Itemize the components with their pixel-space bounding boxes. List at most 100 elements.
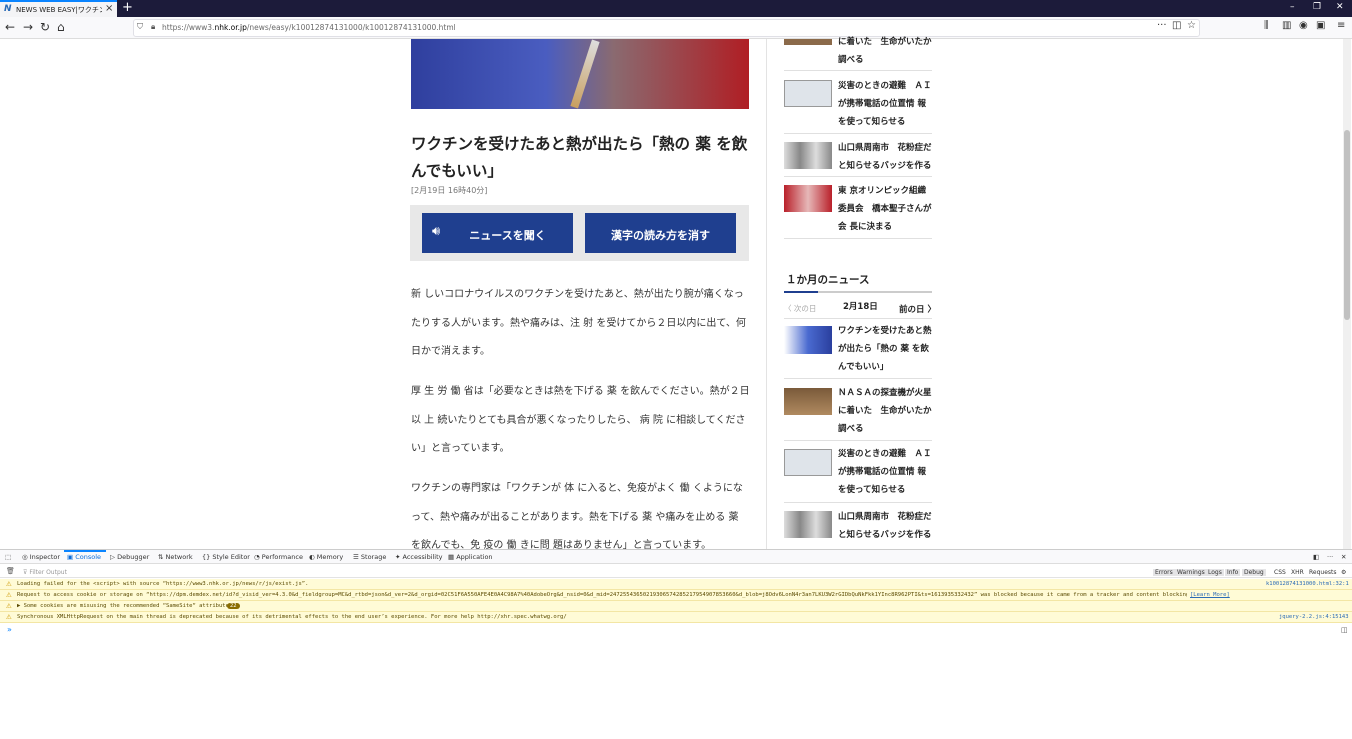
sidebar-divider bbox=[784, 440, 932, 441]
console-message: ▶ Some cookies are misusing the recommen… bbox=[17, 603, 229, 609]
hide-furigana-button[interactable]: 漢字の読み方を消す bbox=[585, 213, 736, 253]
news-thumbnail[interactable] bbox=[784, 449, 832, 476]
news-thumbnail[interactable] bbox=[784, 511, 832, 538]
tab-style-editor[interactable]: {} Style Editor bbox=[202, 553, 250, 561]
tab-inspector[interactable]: ◎ Inspector bbox=[22, 553, 60, 561]
message-count-badge: 22 bbox=[227, 603, 240, 609]
month-news-item[interactable]: 災害のときの避難 ＡＩが携帯電話の位置情 報を使って知らせる bbox=[838, 445, 932, 499]
news-thumbnail[interactable] bbox=[784, 80, 832, 107]
minimize-button[interactable]: – bbox=[1290, 2, 1295, 12]
forward-arrow-icon[interactable]: → bbox=[23, 20, 33, 34]
tab-label: Accessibility bbox=[402, 553, 443, 561]
tab-title: NEWS WEB EASY|ワクチンを受 bbox=[16, 6, 102, 14]
filter-placeholder: Filter Output bbox=[29, 569, 67, 576]
tab-label: Application bbox=[456, 553, 493, 561]
tab-application[interactable]: ▦ Application bbox=[448, 553, 493, 561]
console-source-link[interactable]: jquery-2.2.js:4:15143 bbox=[1279, 614, 1349, 620]
tab-label: Debugger bbox=[117, 553, 150, 561]
reload-icon[interactable]: ↻ bbox=[40, 20, 50, 34]
sidebar-divider bbox=[784, 502, 932, 503]
url-text[interactable]: https://www3.nhk.or.jp/news/easy/k100128… bbox=[162, 23, 456, 32]
dock-icon[interactable]: ◧ bbox=[1313, 553, 1319, 561]
page-scrollbar-thumb[interactable] bbox=[1344, 130, 1350, 320]
devtools-menu-icon[interactable]: ··· bbox=[1327, 553, 1333, 561]
back-arrow-icon[interactable]: ← bbox=[5, 20, 15, 34]
tracking-shield-icon[interactable]: ⛉ bbox=[137, 22, 143, 32]
tab-accessibility[interactable]: ✦ Accessibility bbox=[395, 553, 443, 561]
tab-label: Performance bbox=[261, 553, 303, 561]
speaker-icon: 🔊︎ bbox=[432, 224, 441, 239]
new-tab-button[interactable]: + bbox=[122, 0, 133, 15]
article-headline: ワクチンを受けたあと熱が出たら「熱の 薬 を飲んでもいい」 bbox=[411, 135, 748, 180]
menu-icon[interactable]: ≡ bbox=[1337, 20, 1345, 31]
month-title-accent bbox=[784, 291, 818, 293]
warning-icon: ⚠ bbox=[6, 580, 12, 588]
tab-memory[interactable]: ◐ Memory bbox=[309, 553, 343, 561]
lock-icon[interactable]: 🔒︎ bbox=[151, 22, 155, 32]
console-settings-icon[interactable]: ⚙ bbox=[1341, 569, 1346, 576]
filter-debug[interactable]: Debug bbox=[1242, 569, 1266, 576]
news-thumbnail[interactable] bbox=[784, 142, 832, 169]
filter-errors[interactable]: Errors bbox=[1153, 569, 1175, 576]
article-date: [2月19日 16時40分] bbox=[411, 186, 488, 195]
article-paragraph-3: ワクチンの専門家は「ワクチンが 体 に入ると、免疫がよく 働 くようになって、熱… bbox=[411, 483, 743, 549]
browser-tab[interactable]: N NEWS WEB EASY|ワクチンを受 × bbox=[0, 0, 117, 17]
month-news-title: １か月のニュース bbox=[786, 274, 870, 286]
tab-storage[interactable]: ☰ Storage bbox=[353, 553, 386, 561]
restore-button[interactable]: ❐ bbox=[1313, 2, 1321, 12]
news-thumbnail[interactable] bbox=[784, 326, 832, 354]
month-news-item[interactable]: 山口県周南市 花粉症だと知らせるバッジを作る bbox=[838, 508, 932, 544]
tab-label: Memory bbox=[316, 553, 344, 561]
console-filter-bar bbox=[0, 566, 1352, 578]
filter-requests[interactable]: Requests bbox=[1309, 569, 1337, 576]
page-actions-icon[interactable]: ··· bbox=[1157, 20, 1167, 31]
devtools-close-icon[interactable]: ✕ bbox=[1341, 553, 1346, 561]
pick-element-icon[interactable]: ⬚ bbox=[5, 553, 11, 561]
home-icon[interactable]: ⌂ bbox=[57, 20, 65, 34]
sidebar-divider bbox=[784, 176, 932, 177]
tab-console[interactable]: ▣ Console bbox=[67, 553, 101, 561]
bookmark-star-icon[interactable]: ☆ bbox=[1187, 20, 1196, 31]
url-path: /news/easy/k10012874131000/k100128741310… bbox=[246, 23, 456, 32]
article-paragraph-2: 厚 生 労 働 省は「必要なときは熱を下げる 薬 を飲んでください。熱が２日以 … bbox=[411, 386, 750, 454]
filter-css[interactable]: CSS bbox=[1274, 569, 1286, 576]
console-source-link[interactable]: k10012874131000.html:32:1 bbox=[1266, 581, 1349, 587]
sidebar-news-item[interactable]: 東 京オリンピック組織委員会 橋本聖子さんが会 長に決まる bbox=[838, 182, 932, 236]
news-thumbnail[interactable] bbox=[784, 185, 832, 212]
warning-icon: ⚠ bbox=[6, 602, 12, 610]
sidebar-news-item[interactable]: に着いた 生命がいたか調べる bbox=[838, 33, 932, 69]
warning-icon: ⚠ bbox=[6, 613, 12, 621]
notification-icon[interactable]: ▣ bbox=[1316, 20, 1325, 31]
news-thumbnail[interactable] bbox=[784, 39, 832, 45]
library-icon[interactable]: ⫼ bbox=[1264, 20, 1269, 31]
filter-logs[interactable]: Logs bbox=[1206, 569, 1224, 576]
sidebar-news-item[interactable]: 災害のときの避難 ＡＩが携帯電話の位置情 報を使って知らせる bbox=[838, 77, 932, 131]
sidebar-news-item[interactable]: 山口県周南市 花粉症だと知らせるバッジを作る bbox=[838, 139, 932, 175]
url-domain: nhk.or.jp bbox=[214, 23, 247, 32]
tab-network[interactable]: ⇅ Network bbox=[158, 553, 193, 561]
window-close-button[interactable]: ✕ bbox=[1336, 2, 1344, 12]
news-thumbnail[interactable] bbox=[784, 388, 832, 415]
tab-performance[interactable]: ◔ Performance bbox=[254, 553, 303, 561]
tab-label: Style Editor bbox=[212, 553, 250, 561]
learn-more-link[interactable]: [Learn More] bbox=[1190, 592, 1230, 598]
extension-icon[interactable]: ◉ bbox=[1299, 20, 1308, 31]
pocket-icon[interactable]: ◫ bbox=[1172, 20, 1181, 31]
listen-news-button[interactable]: ニュースを聞く bbox=[422, 213, 573, 253]
console-filter-input[interactable]: ⊽ Filter Output bbox=[23, 569, 67, 576]
tab-close-icon[interactable]: × bbox=[105, 3, 113, 14]
sidebar-icon[interactable]: ▥ bbox=[1282, 20, 1291, 31]
month-news-item[interactable]: ＮＡＳＡの探査機が火星に着いた 生命がいたか調べる bbox=[838, 384, 932, 438]
trash-icon[interactable]: 🗑︎ bbox=[6, 567, 15, 575]
filter-warnings[interactable]: Warnings bbox=[1175, 569, 1207, 576]
split-console-icon[interactable]: ◫ bbox=[1341, 626, 1348, 634]
prev-day-link[interactable]: 前の日 〉 bbox=[899, 303, 936, 315]
tab-debugger[interactable]: ▷ Debugger bbox=[110, 553, 149, 561]
console-prompt[interactable]: » bbox=[7, 625, 12, 634]
active-tab-indicator bbox=[64, 550, 106, 552]
filter-xhr[interactable]: XHR bbox=[1291, 569, 1304, 576]
filter-info[interactable]: Info bbox=[1225, 569, 1241, 576]
next-day-link[interactable]: 〈 次の日 bbox=[784, 303, 816, 314]
column-divider bbox=[766, 39, 767, 549]
month-news-item[interactable]: ワクチンを受けたあと熱が出たら「熱の 薬 を飲んでもいい」 bbox=[838, 322, 932, 376]
